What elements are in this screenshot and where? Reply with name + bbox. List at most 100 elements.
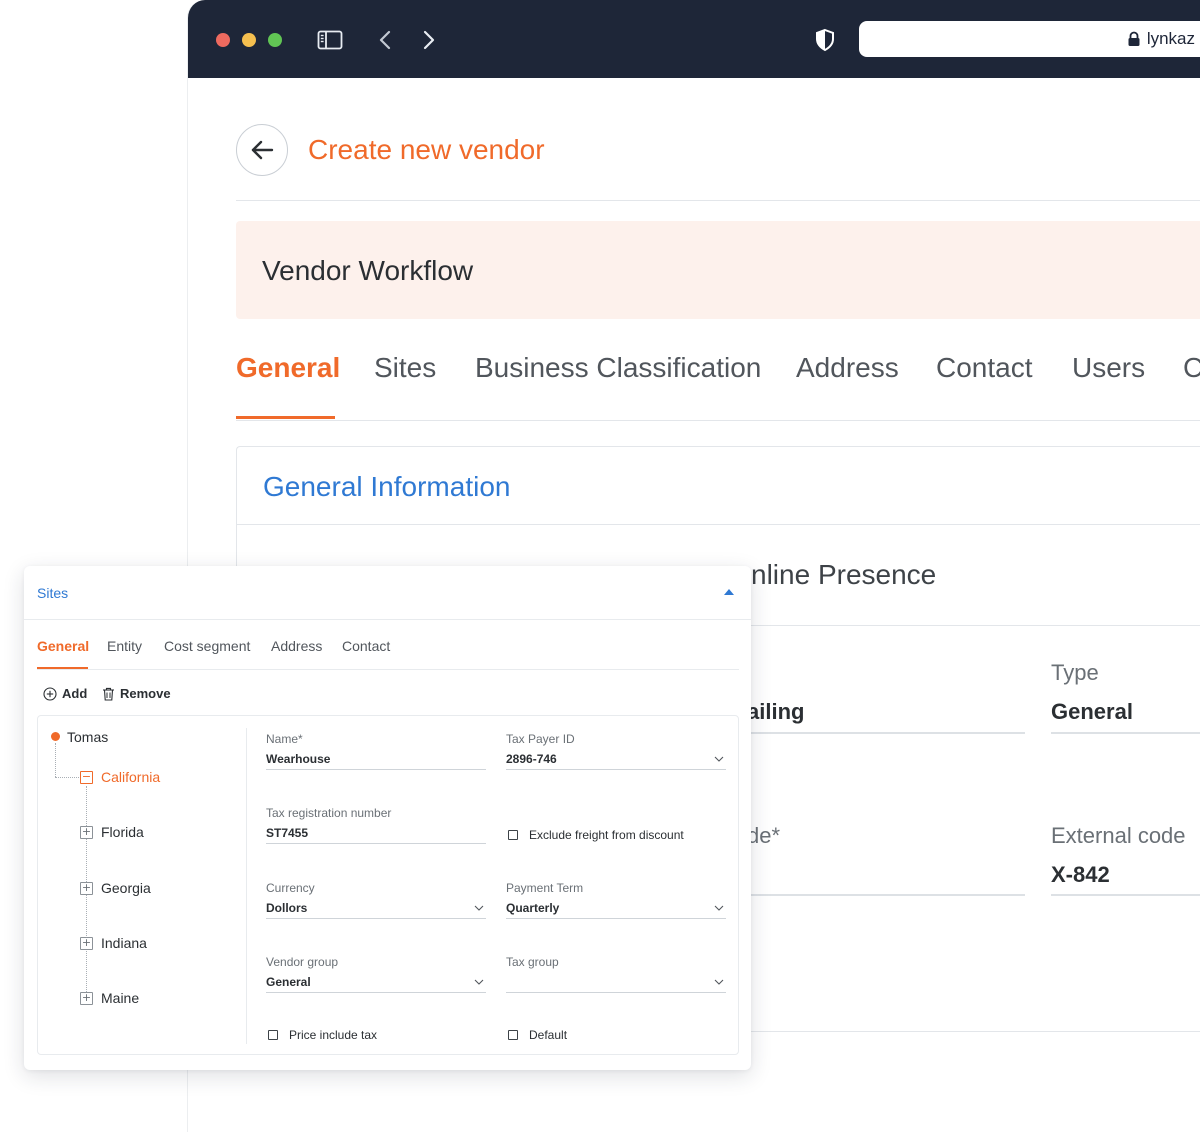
name-input[interactable]: Wearhouse — [266, 752, 330, 766]
browser-titlebar: lynkaz — [188, 0, 1200, 78]
sidebar-toggle-icon[interactable] — [316, 26, 344, 54]
header-divider — [236, 200, 1200, 201]
tab-address[interactable]: Address — [796, 352, 899, 384]
default-checkbox[interactable] — [508, 1030, 518, 1040]
vendor-group-select[interactable]: General — [266, 975, 311, 989]
name-label: Name* — [266, 732, 303, 746]
chevron-down-icon[interactable] — [474, 979, 484, 985]
currency-label: Currency — [266, 881, 315, 895]
payment-term-underline — [506, 918, 726, 919]
lock-icon — [1128, 31, 1140, 46]
external-code-value[interactable]: X-842 — [1051, 862, 1110, 888]
tax-payer-id-label: Tax Payer ID — [506, 732, 575, 746]
chevron-down-icon[interactable] — [714, 756, 724, 762]
field-underline — [717, 732, 1025, 734]
tax-registration-underline — [266, 843, 486, 844]
currency-underline — [266, 918, 486, 919]
section-title: General Information — [263, 471, 511, 502]
currency-select[interactable]: Dollors — [266, 901, 307, 915]
main-tabs: General Sites Business Classification Ad… — [236, 352, 1200, 421]
sites-tab-entity[interactable]: Entity — [107, 638, 142, 654]
tree-item-maine[interactable]: Maine — [101, 990, 139, 1006]
tax-group-label: Tax group — [506, 955, 559, 969]
exclude-freight-checkbox[interactable] — [508, 830, 518, 840]
sites-panel: Sites General Entity Cost segment Addres… — [24, 566, 751, 1070]
page-title: Create new vendor — [308, 134, 545, 165]
exclude-freight-label: Exclude freight from discount — [529, 828, 684, 842]
collapse-node-icon[interactable]: − — [80, 771, 93, 784]
plus-circle-icon — [43, 686, 57, 701]
maximize-window-button[interactable] — [268, 33, 282, 47]
expand-node-icon[interactable]: + — [80, 992, 93, 1005]
tax-group-underline — [506, 992, 726, 993]
type-underline — [1051, 732, 1200, 734]
type-value[interactable]: General — [1051, 699, 1133, 725]
tax-registration-input[interactable]: ST7455 — [266, 826, 308, 840]
workflow-title: Vendor Workflow — [262, 255, 474, 286]
back-nav-icon[interactable] — [372, 26, 400, 54]
tab-general[interactable]: General — [236, 352, 340, 384]
external-code-label: External code — [1051, 823, 1186, 848]
price-include-tax-checkbox[interactable] — [268, 1030, 278, 1040]
active-tab-indicator — [236, 416, 335, 419]
expand-node-icon[interactable]: + — [80, 937, 93, 950]
tree-item-california[interactable]: California — [101, 769, 160, 785]
chevron-down-icon[interactable] — [474, 905, 484, 911]
sites-tab-general[interactable]: General — [37, 638, 89, 654]
sites-body: Tomas − California + Florida + Georgia +… — [37, 715, 739, 1055]
tree-root-item[interactable]: Tomas — [67, 729, 108, 745]
close-window-button[interactable] — [216, 33, 230, 47]
default-label: Default — [529, 1028, 568, 1042]
vendor-group-underline — [266, 992, 486, 993]
vendor-group-label: Vendor group — [266, 955, 339, 969]
sites-tab-contact[interactable]: Contact — [342, 638, 390, 654]
tree-item-indiana[interactable]: Indiana — [101, 935, 147, 951]
shield-icon[interactable] — [811, 26, 839, 54]
tab-users[interactable]: Users — [1072, 352, 1145, 384]
tree-form-divider — [246, 728, 247, 1044]
remove-button-label: Remove — [120, 686, 171, 701]
tax-registration-label: Tax registration number — [266, 806, 392, 820]
arrow-left-icon — [251, 140, 274, 160]
code-underline — [717, 894, 1025, 896]
tree-item-florida[interactable]: Florida — [101, 824, 144, 840]
expand-node-icon[interactable]: + — [80, 882, 93, 895]
type-label: Type — [1051, 660, 1099, 685]
add-button[interactable]: Add — [43, 686, 87, 701]
tab-business-classification[interactable]: Business Classification — [475, 352, 761, 384]
tab-contact[interactable]: Contact — [936, 352, 1033, 384]
back-button[interactable] — [236, 124, 288, 176]
url-text: lynkaz — [1146, 29, 1195, 48]
collapse-caret-icon[interactable] — [724, 589, 734, 595]
remove-button[interactable]: Remove — [102, 686, 171, 701]
tree-connector — [55, 743, 56, 777]
forward-nav-icon[interactable] — [414, 26, 442, 54]
payment-term-select[interactable]: Quarterly — [506, 901, 559, 915]
tax-payer-id-underline — [506, 769, 726, 770]
name-underline — [266, 769, 486, 770]
sites-tabs: General Entity Cost segment Address Cont… — [37, 619, 739, 670]
chevron-down-icon[interactable] — [714, 905, 724, 911]
subsection-title: nline Presence — [751, 559, 937, 590]
section-divider — [237, 524, 1200, 525]
expand-node-icon[interactable]: + — [80, 826, 93, 839]
sites-tab-address[interactable]: Address — [271, 638, 322, 654]
tree-connector — [55, 777, 79, 778]
code-label: de* — [747, 823, 781, 848]
tax-payer-id-select[interactable]: 2896-746 — [506, 752, 557, 766]
price-include-tax-label: Price include tax — [289, 1028, 378, 1042]
address-bar[interactable]: lynkaz — [859, 21, 1200, 57]
minimize-window-button[interactable] — [242, 33, 256, 47]
chevron-down-icon[interactable] — [714, 979, 724, 985]
tree-item-georgia[interactable]: Georgia — [101, 880, 151, 896]
add-button-label: Add — [62, 686, 88, 701]
tab-sites[interactable]: Sites — [374, 352, 436, 384]
sites-tab-cost-segment[interactable]: Cost segment — [164, 638, 250, 654]
tree-root-dot-icon — [51, 732, 60, 741]
payment-term-label: Payment Term — [506, 881, 584, 895]
workflow-banner: Vendor Workflow — [236, 221, 1200, 319]
external-code-underline — [1051, 894, 1200, 896]
tab-more[interactable]: C — [1183, 352, 1200, 384]
address-bar-url: lynkaz — [1127, 29, 1195, 49]
sites-panel-header[interactable]: Sites — [24, 566, 751, 620]
